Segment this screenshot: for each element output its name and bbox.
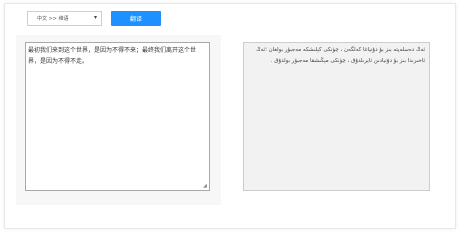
translate-button[interactable]: 翻译 — [111, 11, 161, 26]
translation-text: ئەڭ دەسلەپتە بىز بۇ دۇنياغا كەلگەن ، چۈن… — [256, 47, 425, 64]
source-text: 最初我们来到这个世界，是因为不得不来；最终我们离开这个世界，是因为不得不走。 — [28, 47, 197, 65]
resize-grip-icon[interactable]: ◢ — [203, 184, 208, 189]
language-pair-label: 中文 >> 维语 — [37, 16, 69, 22]
translation-output: ئەڭ دەسلەپتە بىز بۇ دۇنياغا كەلگەن ، چۈن… — [243, 42, 430, 191]
chevron-down-icon: ▾ — [93, 14, 97, 21]
source-text-input[interactable]: 最初我们来到这个世界，是因为不得不来；最终我们离开这个世界，是因为不得不走。 ◢ — [25, 42, 210, 191]
language-pair-select[interactable]: 中文 >> 维语 ▾ — [27, 11, 102, 26]
